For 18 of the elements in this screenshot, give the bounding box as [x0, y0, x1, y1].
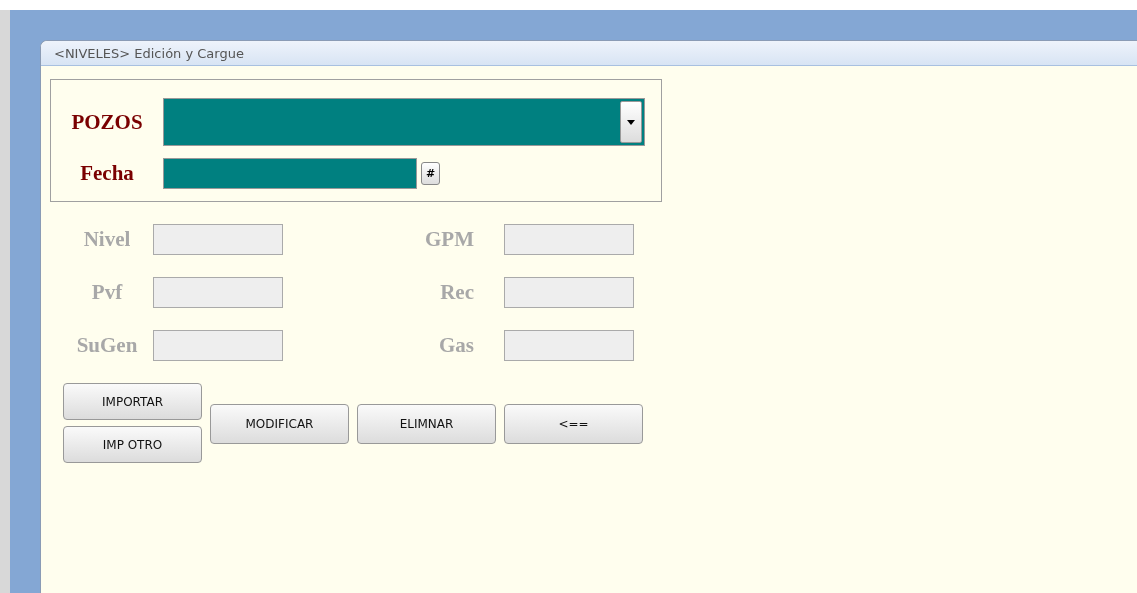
field-label: Rec — [440, 280, 474, 305]
import-button[interactable]: IMP OTRO — [63, 426, 202, 463]
field-label: SuGen — [76, 333, 138, 358]
field-label: Fecha — [80, 161, 134, 186]
field-label: Nivel — [83, 227, 131, 252]
window-title: <NIVELES> Edición y Cargue — [41, 41, 1137, 66]
field-label: POZOS — [71, 109, 143, 135]
caret-icon — [627, 119, 635, 125]
field-label: Pvf — [91, 280, 123, 305]
calendar-button[interactable]: # — [421, 162, 440, 185]
date-field[interactable] — [163, 158, 417, 189]
action-button[interactable]: ELIMNAR — [357, 404, 496, 444]
field-label: Gas — [439, 333, 474, 358]
pozos-dropdown[interactable] — [163, 98, 645, 146]
field-label: GPM — [425, 227, 474, 252]
action-button[interactable]: MODIFICAR — [210, 404, 349, 444]
import-button[interactable]: IMPORTAR — [63, 383, 202, 420]
action-button[interactable]: <== — [504, 404, 643, 444]
